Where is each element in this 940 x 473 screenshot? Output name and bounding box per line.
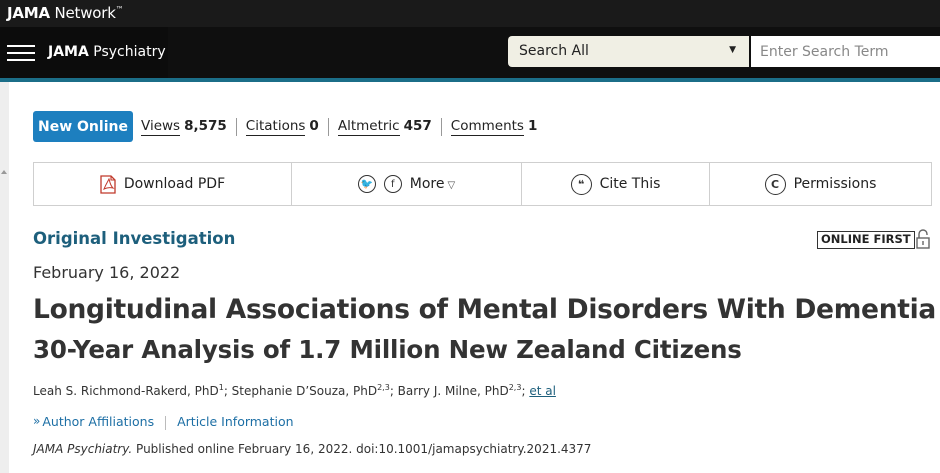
jama-network-logo[interactable]: JAMA Network™ <box>7 4 124 22</box>
metric-value: 1 <box>527 118 538 134</box>
search-scope-label: Search All <box>519 43 589 59</box>
facebook-icon[interactable]: f <box>383 175 402 193</box>
author-list: Leah S. Richmond-Rakerd, PhD1; Stephanie… <box>33 383 556 399</box>
twitter-icon[interactable]: 🐦 <box>357 175 376 193</box>
metric-altmetric[interactable]: Altmetric 457 <box>327 118 441 136</box>
cite-this-button[interactable]: ❝ Cite This <box>521 163 709 205</box>
metric-citations[interactable]: Citations 0 <box>235 118 328 136</box>
permissions-button[interactable]: C Permissions <box>709 163 931 205</box>
metric-value: 8,575 <box>184 118 227 134</box>
article-toolbar: Download PDF 🐦 f More ▽ ❝ Cite This C Per… <box>33 162 932 206</box>
metric-comments[interactable]: Comments 1 <box>440 118 547 136</box>
more-label: More <box>409 176 445 192</box>
network-bar: JAMA Network™ <box>0 0 940 27</box>
download-pdf-button[interactable]: Download PDF <box>34 163 291 205</box>
metric-label[interactable]: Altmetric <box>337 118 400 136</box>
journal-brand: JAMA Psychiatry <box>0 27 168 78</box>
open-access-lock-icon <box>916 229 930 249</box>
author-affiliation-number: 2,3 <box>508 383 522 392</box>
article-title: Longitudinal Associations of Mental Diso… <box>33 294 937 325</box>
download-pdf-label: Download PDF <box>123 176 226 192</box>
online-first-badge: ONLINE FIRST <box>817 231 915 249</box>
cite-this-label: Cite This <box>599 176 661 192</box>
chevron-down-icon: ▽ <box>447 180 456 191</box>
pdf-icon <box>100 174 116 194</box>
search-input[interactable] <box>751 36 940 67</box>
permissions-label: Permissions <box>793 176 877 192</box>
article-information-link[interactable]: Article Information <box>177 414 293 430</box>
metric-label[interactable]: Comments <box>450 118 524 136</box>
quote-icon: ❝ <box>570 173 592 195</box>
scrollbar[interactable] <box>0 82 9 473</box>
new-online-button[interactable]: New Online <box>33 111 133 142</box>
publication-date: February 16, 2022 <box>33 263 181 282</box>
citation-journal: JAMA Psychiatry. <box>33 442 133 456</box>
share-more-group: 🐦 f More ▽ <box>291 163 521 205</box>
caret-down-icon: ▼ <box>729 45 736 55</box>
search-scope-select[interactable]: Search All ▼ <box>508 36 749 67</box>
header-accent-line <box>0 78 940 82</box>
hamburger-menu-icon[interactable] <box>7 45 35 61</box>
scroll-up-icon[interactable] <box>1 170 7 174</box>
journal-title-link[interactable]: JAMA Psychiatry <box>48 44 166 60</box>
citation-details: Published online February 16, 2022. doi:… <box>132 442 592 456</box>
article-metrics: Views 8,575 Citations 0 Altmetric 457 Co… <box>141 118 546 136</box>
citation-line: JAMA Psychiatry. Published online Februa… <box>33 442 591 456</box>
link-divider <box>165 416 167 430</box>
metric-value: 0 <box>309 118 319 134</box>
metric-label[interactable]: Views <box>141 118 181 136</box>
metric-value: 457 <box>403 118 432 134</box>
metric-views[interactable]: Views 8,575 <box>141 118 236 136</box>
author-name[interactable]: Leah S. Richmond-Rakerd, PhD <box>33 384 219 398</box>
chevron-right-icon: » <box>33 414 41 428</box>
et-al-link[interactable]: et al <box>529 384 556 398</box>
metric-label[interactable]: Citations <box>245 118 306 136</box>
author-affiliation-number: 2,3 <box>377 383 390 392</box>
more-dropdown[interactable]: More ▽ <box>410 176 455 192</box>
author-affiliations-link[interactable]: Author Affiliations <box>42 414 154 430</box>
author-name[interactable]: Stephanie D’Souza, PhD <box>232 384 377 398</box>
author-name[interactable]: Barry J. Milne, PhD <box>398 384 509 398</box>
article-links: » Author Affiliations Article Informatio… <box>33 414 294 430</box>
article-subtitle: 30-Year Analysis of 1.7 Million New Zeal… <box>33 335 742 364</box>
article-type[interactable]: Original Investigation <box>33 229 235 248</box>
copyright-icon: C <box>764 173 786 195</box>
